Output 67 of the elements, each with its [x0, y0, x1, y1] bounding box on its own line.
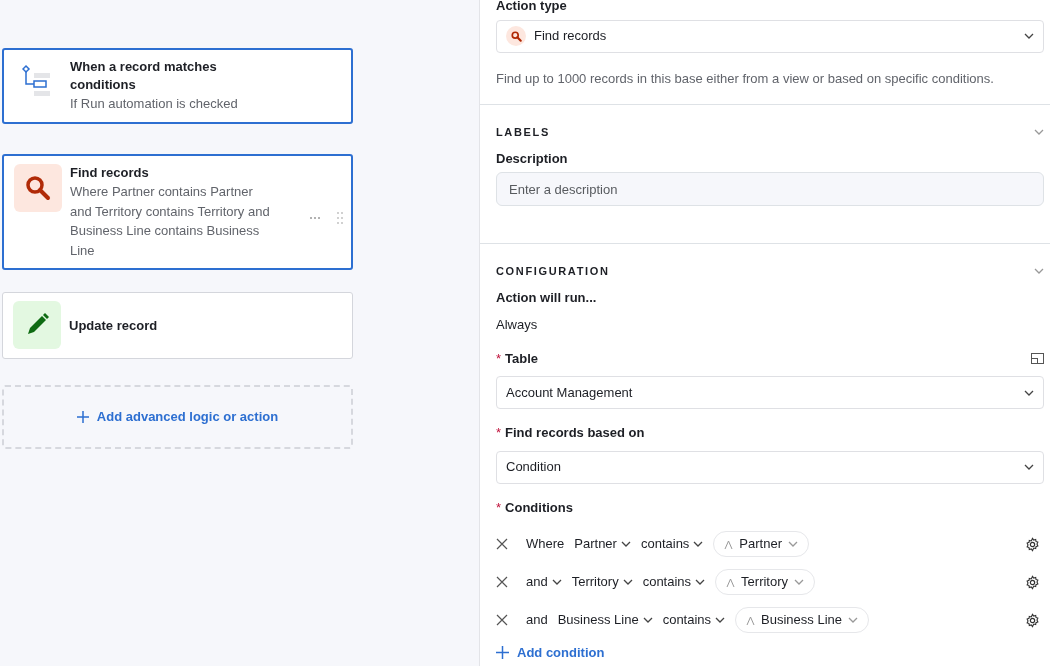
search-icon	[25, 174, 51, 201]
step-description: Where Partner contains Partner and Territory contains Territory and Business Line contains Business Line	[70, 183, 270, 260]
field-label: Action type	[496, 0, 568, 15]
conjunction-dropdown[interactable]: and	[526, 572, 562, 592]
field-label: Action will run...	[496, 288, 598, 307]
operator-dropdown[interactable]: contains	[640, 534, 704, 554]
chevron-down-icon	[642, 617, 653, 623]
field-value: Always	[496, 316, 539, 334]
chevron-down-icon	[693, 541, 704, 547]
field-dropdown[interactable]: Partner	[574, 534, 631, 554]
conjunction-label: and	[526, 611, 548, 630]
required-asterisk: *	[496, 424, 502, 442]
text-type-icon	[746, 615, 756, 625]
chevron-down-icon	[788, 541, 798, 547]
operator-dropdown[interactable]: contains	[662, 610, 726, 630]
remove-button[interactable]	[496, 538, 508, 550]
step-card[interactable]: Update record	[2, 292, 353, 360]
chevron-down-icon	[1034, 129, 1044, 136]
field-label: Conditions	[505, 498, 574, 517]
help-text: Find up to 1000 records in this base either from a view or based on specific conditions.	[496, 69, 995, 88]
chevron-down-icon	[1024, 464, 1034, 470]
chevron-down-icon	[1034, 268, 1044, 275]
chevron-down-icon	[1024, 389, 1034, 396]
step-title: Update record	[69, 317, 159, 336]
description-field[interactable]: Enter a description	[496, 172, 1044, 206]
step-title: Find records	[70, 163, 150, 182]
table-select[interactable]: Account Management	[496, 376, 1044, 409]
conjunction-label: Where	[526, 535, 565, 554]
field-label: Description	[496, 149, 569, 168]
settings-button[interactable]	[1025, 574, 1040, 590]
remove-button[interactable]	[496, 614, 508, 626]
section-heading: LABELS	[496, 125, 550, 140]
text-type-icon	[726, 577, 736, 587]
add-step-button[interactable]: Add advanced logic or action	[2, 385, 353, 450]
step-card[interactable]: Find records Where Partner contains Partner and Territory contains Territory and Business Line contains Business Line	[2, 153, 353, 271]
step-card[interactable]: When a record matches conditions If Run automation is checked	[2, 48, 353, 124]
required-asterisk: *	[496, 349, 502, 368]
operator-dropdown[interactable]: contains	[642, 572, 706, 592]
remove-button[interactable]	[496, 576, 508, 588]
required-asterisk: *	[496, 498, 502, 517]
field-dropdown[interactable]: Business Line	[557, 610, 653, 630]
field-label: Find records based on	[505, 424, 646, 442]
chevron-down-icon	[1024, 33, 1034, 39]
field-label: Table	[505, 349, 540, 368]
search-icon	[506, 26, 526, 46]
chevron-down-icon	[794, 579, 805, 585]
step-description: If Run automation is checked	[70, 95, 239, 114]
add-step-label: Add advanced logic or action	[96, 408, 279, 427]
chevron-down-icon	[715, 617, 726, 623]
field-dropdown[interactable]: Territory	[571, 572, 633, 592]
plus-icon	[496, 646, 509, 660]
section-heading: CONFIGURATION	[496, 264, 610, 279]
settings-button[interactable]	[1025, 612, 1040, 628]
action-type-select[interactable]: Find records	[496, 19, 1044, 53]
add-condition-button[interactable]: Add condition	[496, 643, 605, 663]
text-type-icon	[724, 539, 734, 549]
chevron-down-icon	[620, 541, 631, 547]
chevron-down-icon	[551, 579, 562, 585]
chevron-down-icon	[848, 617, 859, 623]
basis-select[interactable]: Condition	[496, 450, 1044, 484]
drag-handle-icon	[337, 211, 343, 224]
plus-icon	[76, 411, 89, 424]
chevron-down-icon	[622, 579, 633, 585]
settings-button[interactable]	[1025, 536, 1040, 552]
step-title: When a record matches conditions	[70, 58, 218, 95]
chevron-down-icon	[695, 579, 706, 585]
expand-icon	[1031, 352, 1044, 364]
